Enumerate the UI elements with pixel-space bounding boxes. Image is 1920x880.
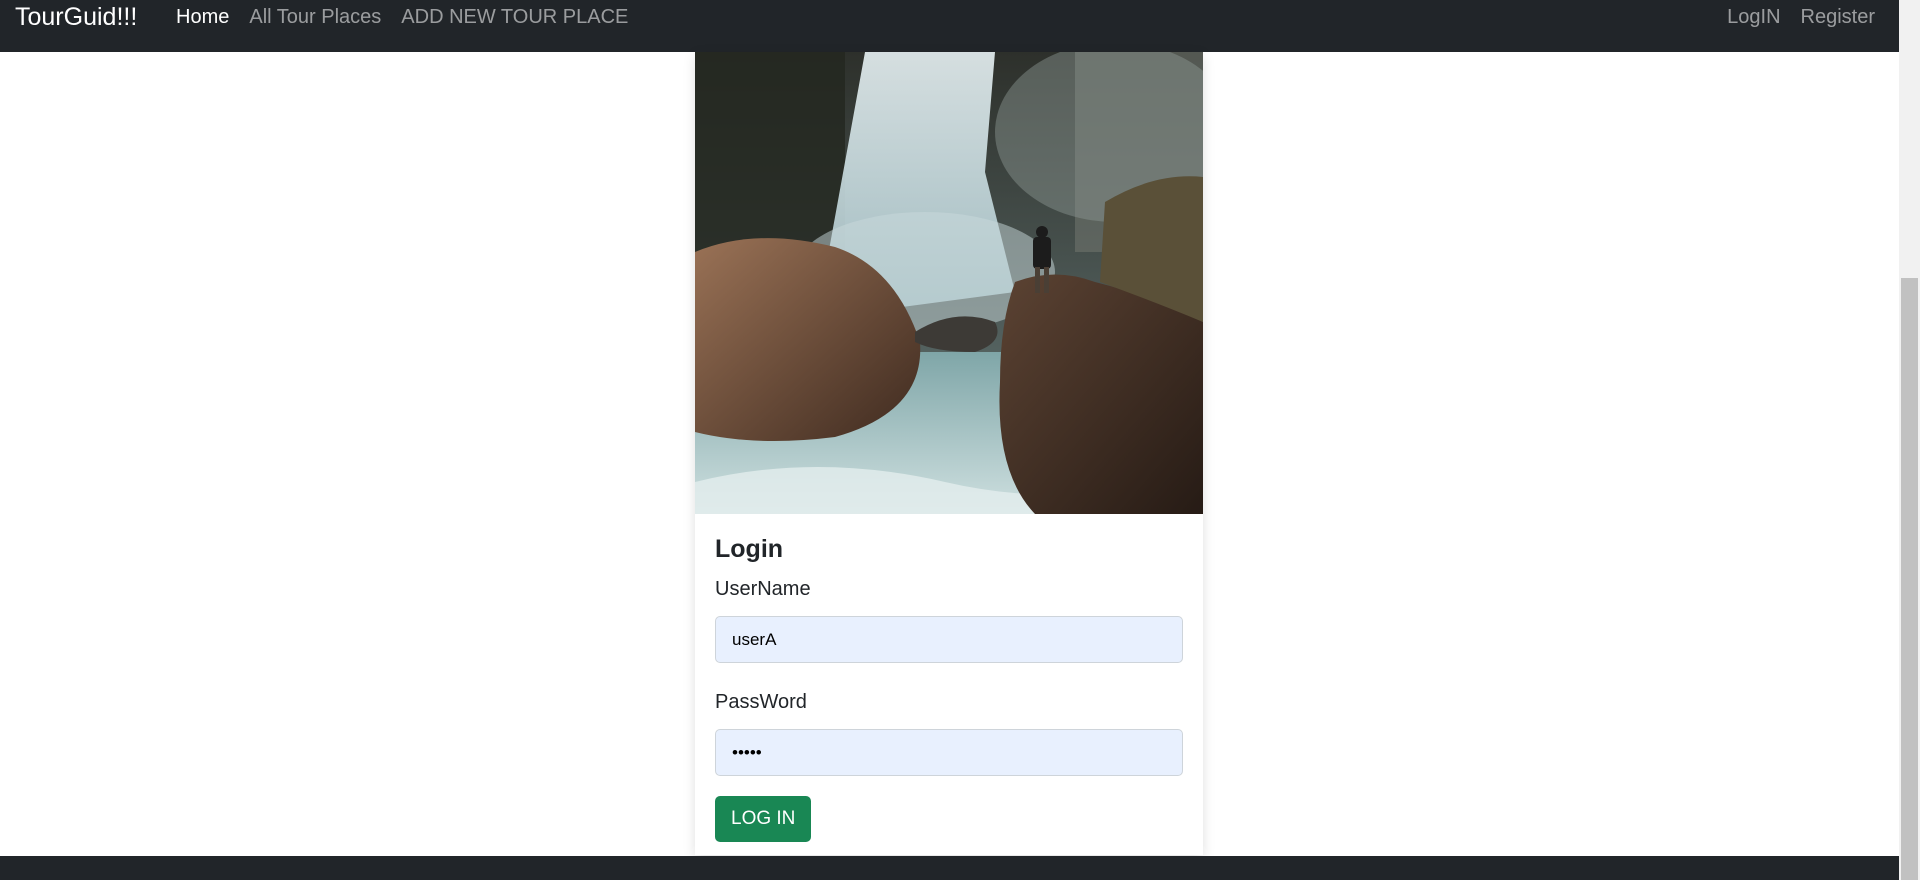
username-input[interactable]: userA (715, 616, 1183, 663)
field-spacer (715, 663, 1183, 687)
nav-add-new-tour-place[interactable]: ADD NEW TOUR PLACE (391, 6, 638, 29)
username-value: userA (732, 629, 777, 649)
password-label: PassWord (715, 691, 807, 713)
brand-link[interactable]: TourGuid!!! (15, 3, 137, 32)
top-navbar: TourGuid!!! Home All Tour Places ADD NEW… (0, 0, 1899, 52)
nav-all-tour-places[interactable]: All Tour Places (239, 6, 391, 29)
login-button[interactable]: LOG IN (715, 796, 812, 842)
login-card: Login UserName userA PassWord ••••• LOG … (695, 52, 1203, 855)
footer-bar (0, 856, 1899, 880)
login-form: Login UserName userA PassWord ••••• LOG … (715, 532, 1183, 842)
nav-home[interactable]: Home (166, 6, 239, 29)
nav-register[interactable]: Register (1791, 6, 1885, 29)
password-value: ••••• (732, 742, 762, 762)
password-input[interactable]: ••••• (715, 729, 1183, 776)
nav-right: LogIN Register (1717, 6, 1885, 29)
login-title: Login (715, 535, 784, 563)
waterfall-illustration (695, 52, 1203, 514)
nav-left: Home All Tour Places ADD NEW TOUR PLACE (166, 6, 638, 29)
waterfall-image (695, 52, 1203, 514)
scrollbar-thumb[interactable] (1901, 278, 1918, 880)
username-label: UserName (715, 578, 811, 600)
page-scrollbar[interactable] (1899, 0, 1920, 880)
nav-login[interactable]: LogIN (1717, 6, 1790, 29)
